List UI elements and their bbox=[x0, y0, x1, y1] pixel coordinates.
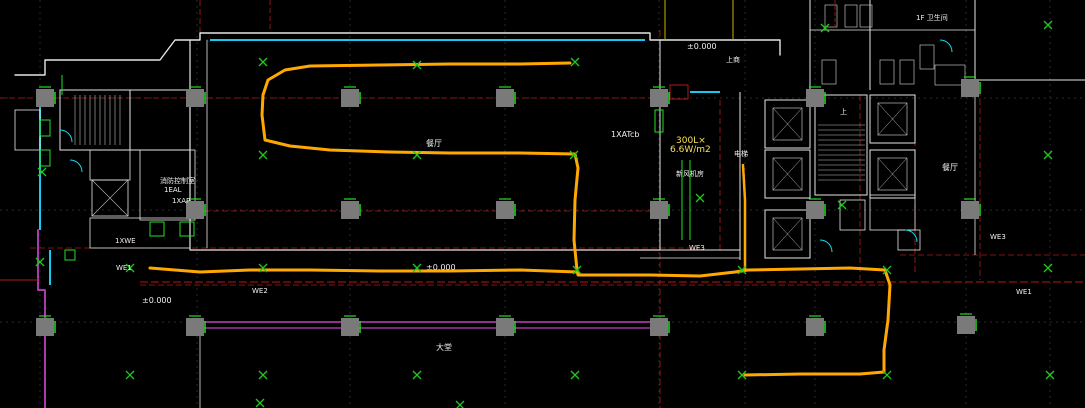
wc-basin bbox=[934, 64, 966, 86]
cable-route-branch bbox=[148, 266, 580, 274]
stair-up-label: 上 bbox=[840, 107, 847, 116]
column bbox=[36, 318, 54, 336]
ap-left-label: 1XAP bbox=[172, 197, 190, 205]
panel-box bbox=[669, 84, 689, 100]
green-box bbox=[179, 221, 195, 237]
panel-label: 1XATcb bbox=[611, 130, 639, 139]
cad-floor-plan: ±0.000 ±0.000 ±0.000 餐厅 餐厅 大堂 上商 1F 卫生间 … bbox=[0, 0, 1085, 408]
level-mark-mid: ±0.000 bbox=[426, 263, 456, 272]
column bbox=[341, 318, 359, 336]
room-left bbox=[129, 89, 191, 151]
column bbox=[496, 318, 514, 336]
column bbox=[496, 201, 514, 219]
column bbox=[957, 316, 975, 334]
room-lower-left bbox=[89, 217, 191, 249]
inner-wall-hall bbox=[189, 39, 661, 251]
column bbox=[806, 89, 824, 107]
room-label-hall-2: 餐厅 bbox=[942, 163, 958, 172]
duct-label-3: WE3 bbox=[689, 244, 705, 252]
green-box bbox=[64, 249, 76, 261]
wc-stall bbox=[879, 59, 895, 85]
room-label-shop: 上商 bbox=[726, 55, 740, 64]
column bbox=[341, 89, 359, 107]
duct-label-4: WE3 bbox=[990, 233, 1006, 241]
axis-grid-lines bbox=[0, 0, 1085, 408]
column bbox=[496, 89, 514, 107]
mech-room-label: 新风机房 bbox=[676, 169, 704, 178]
column bbox=[650, 318, 668, 336]
level-mark-left: ±0.000 bbox=[142, 296, 172, 305]
wall-lines bbox=[0, 0, 1085, 408]
door-swing bbox=[819, 239, 833, 253]
structural-columns bbox=[36, 76, 981, 336]
room-label-wc: 1F 卫生间 bbox=[916, 13, 948, 22]
duct-label-5: WE1 bbox=[1016, 288, 1032, 296]
column bbox=[341, 201, 359, 219]
wc-stall bbox=[919, 44, 935, 70]
duct-label-2: WE2 bbox=[252, 287, 268, 295]
door-swing bbox=[939, 39, 953, 53]
room-right-core bbox=[869, 194, 916, 231]
column bbox=[650, 201, 668, 219]
column bbox=[806, 318, 824, 336]
column bbox=[36, 89, 54, 107]
elevator-left-label: 电梯 bbox=[734, 149, 748, 158]
wc-stall bbox=[821, 59, 837, 85]
room-outer-left bbox=[14, 109, 41, 151]
green-box bbox=[149, 221, 165, 237]
room-toilet bbox=[89, 149, 131, 181]
room-right-core bbox=[839, 199, 866, 231]
room-label-hall-3: 大堂 bbox=[436, 342, 452, 352]
capacity-line-2: 6.6W/m2 bbox=[670, 145, 711, 155]
column bbox=[961, 201, 979, 219]
door-swing bbox=[59, 129, 73, 143]
column bbox=[961, 79, 979, 97]
cable-route-riser bbox=[741, 163, 747, 272]
room-label-hall-1: 餐厅 bbox=[426, 139, 442, 148]
wc-stall bbox=[899, 59, 915, 85]
column bbox=[186, 318, 204, 336]
duct-label-1: WE1 bbox=[116, 264, 132, 272]
control-room-label: 消防控制室 bbox=[160, 176, 195, 185]
column bbox=[650, 89, 668, 107]
green-box bbox=[39, 149, 51, 167]
door-swing bbox=[69, 159, 83, 173]
fire-pump-label: 1XWE bbox=[115, 237, 136, 245]
green-box bbox=[39, 119, 51, 137]
column bbox=[806, 201, 824, 219]
control-room-sub-label: 1EAL bbox=[164, 186, 182, 194]
column bbox=[186, 89, 204, 107]
level-mark-top: ±0.000 bbox=[687, 42, 717, 51]
wc-stall bbox=[844, 4, 858, 28]
